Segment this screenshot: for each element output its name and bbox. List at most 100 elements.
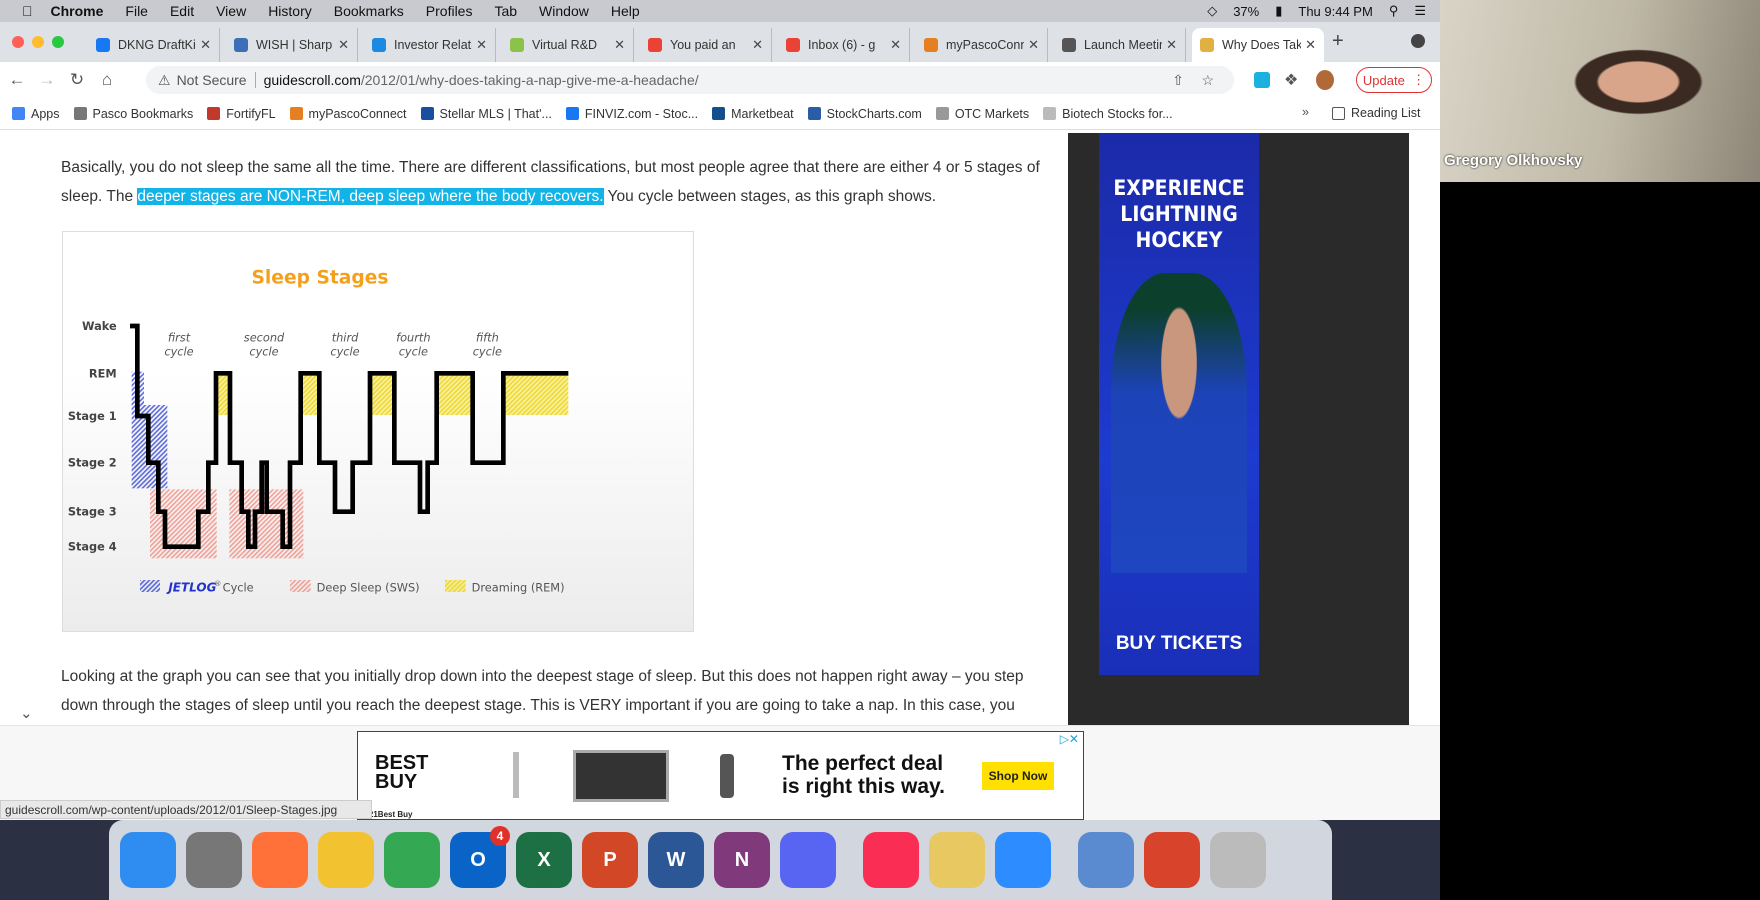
bookmark-label: StockCharts.com bbox=[826, 106, 922, 121]
reload-button[interactable]: ↻ bbox=[64, 70, 90, 90]
dock-chrome-icon[interactable] bbox=[384, 832, 440, 888]
share-icon[interactable]: ⇧ bbox=[1172, 72, 1184, 89]
lightning-ad[interactable]: EXPERIENCE LIGHTNING HOCKEY BUY TICKETS bbox=[1099, 133, 1259, 675]
browser-tab[interactable]: Launch Meeting ✕ bbox=[1054, 28, 1186, 62]
browser-tab[interactable]: myPascoConnect✕ bbox=[916, 28, 1048, 62]
minimize-window-button[interactable] bbox=[32, 36, 44, 48]
menu-history[interactable]: History bbox=[268, 3, 312, 19]
dock-word-icon[interactable]: W bbox=[648, 832, 704, 888]
bookmark-item[interactable]: Stellar MLS | That'... bbox=[420, 107, 552, 121]
apple-icon[interactable]:  bbox=[22, 3, 33, 19]
tab-close-icon[interactable]: ✕ bbox=[752, 37, 763, 53]
menu-tab[interactable]: Tab bbox=[494, 3, 517, 19]
dock-powerpoint-icon[interactable]: P bbox=[582, 832, 638, 888]
menu-window[interactable]: Window bbox=[539, 3, 589, 19]
more-bookmarks-chevron-icon[interactable]: » bbox=[1302, 105, 1309, 119]
home-button[interactable]: ⌂ bbox=[94, 70, 120, 90]
best-buy-ad[interactable]: BEST BUY The perfect deal is right this wa… bbox=[357, 731, 1084, 820]
shaded-region bbox=[301, 373, 320, 415]
tab-close-icon[interactable]: ✕ bbox=[1028, 37, 1039, 53]
tab-favicon-icon bbox=[372, 38, 386, 52]
bookmark-item[interactable]: Marketbeat bbox=[712, 107, 794, 121]
tab-close-icon[interactable]: ✕ bbox=[1305, 37, 1316, 53]
bookmark-label: Apps bbox=[31, 106, 60, 121]
collapse-chevron-icon[interactable]: ⌄ bbox=[20, 704, 33, 722]
update-button[interactable]: Update ⋮ bbox=[1356, 67, 1432, 93]
browser-tab[interactable]: Inbox (6) - g ✕ bbox=[778, 28, 910, 62]
ad-cta[interactable]: BUY TICKETS bbox=[1099, 633, 1259, 655]
dock-music-icon[interactable] bbox=[863, 832, 919, 888]
tab-close-icon[interactable]: ✕ bbox=[614, 37, 625, 53]
battery-icon[interactable]: ▮ bbox=[1275, 3, 1282, 19]
dock-outlook-icon[interactable]: O4 bbox=[450, 826, 510, 888]
bookmark-item[interactable]: Apps bbox=[12, 107, 60, 121]
bookmark-label: Pasco Bookmarks bbox=[92, 106, 194, 121]
dock-grapher-icon[interactable] bbox=[929, 832, 985, 888]
menu-profiles[interactable]: Profiles bbox=[426, 3, 473, 19]
url-path: /2012/01/why-does-taking-a-nap-give-me-a… bbox=[360, 72, 699, 88]
profile-avatar[interactable] bbox=[1316, 70, 1334, 90]
dock-launchpad-icon[interactable] bbox=[186, 832, 242, 888]
back-button[interactable]: ← bbox=[4, 70, 30, 90]
reading-list-label: Reading List bbox=[1351, 106, 1421, 120]
spotlight-icon[interactable]: ⚲ bbox=[1389, 3, 1399, 19]
browser-tab[interactable]: Investor Relations ✕ bbox=[364, 28, 496, 62]
tab-close-icon[interactable]: ✕ bbox=[890, 37, 901, 53]
dock-discord-icon[interactable] bbox=[780, 832, 836, 888]
menu-bookmarks[interactable]: Bookmarks bbox=[334, 3, 404, 19]
shop-now-button[interactable]: Shop Now bbox=[982, 762, 1054, 790]
battery-percent[interactable]: 37% bbox=[1233, 4, 1259, 19]
dock-onenote-icon[interactable]: N bbox=[714, 832, 770, 888]
clock[interactable]: Thu 9:44 PM bbox=[1298, 4, 1372, 19]
cycle-label: second bbox=[244, 330, 285, 344]
extension-icon[interactable] bbox=[1254, 72, 1270, 88]
ad-close-icon[interactable]: ▷✕ bbox=[1060, 732, 1079, 746]
bookmark-item[interactable]: FINVIZ.com - Stoc... bbox=[565, 107, 698, 121]
dock-app-icon[interactable] bbox=[318, 832, 374, 888]
bookmark-item[interactable]: FortifyFL bbox=[207, 107, 276, 121]
tab-close-icon[interactable]: ✕ bbox=[338, 37, 349, 53]
browser-tab[interactable]: DKNG DraftKings ✕ bbox=[88, 28, 220, 62]
extensions-puzzle-icon[interactable]: ❖ bbox=[1284, 70, 1298, 90]
dock-firefox-icon[interactable] bbox=[252, 832, 308, 888]
selected-text[interactable]: deeper stages are NON-REM, deep sleep wh… bbox=[137, 188, 604, 205]
stage-label: Stage 2 bbox=[68, 456, 117, 470]
tab-close-icon[interactable]: ✕ bbox=[476, 37, 487, 53]
bookmark-item[interactable]: myPascoConnect bbox=[289, 107, 407, 121]
dock-excel-icon[interactable]: X bbox=[516, 832, 572, 888]
dock-zoom-icon[interactable] bbox=[995, 832, 1051, 888]
tab-close-icon[interactable]: ✕ bbox=[1166, 37, 1177, 53]
browser-tab[interactable]: You paid an ✕ bbox=[640, 28, 772, 62]
browser-tab[interactable]: Why Does Taking✕ bbox=[1192, 28, 1324, 62]
menu-file[interactable]: File bbox=[125, 3, 148, 19]
best-buy-logo: BEST BUY bbox=[375, 752, 429, 793]
reading-list-button[interactable]: Reading List bbox=[1332, 106, 1421, 120]
tab-search-button[interactable] bbox=[1411, 34, 1425, 48]
bookmark-item[interactable]: StockCharts.com bbox=[807, 106, 922, 121]
dock-mypasco-icon[interactable] bbox=[1144, 832, 1200, 888]
menu-app-name[interactable]: Chrome bbox=[51, 3, 104, 19]
dock-trash-icon[interactable] bbox=[1210, 832, 1266, 888]
browser-tab[interactable]: WISH | Sharp ✕ bbox=[226, 28, 358, 62]
bookmark-icon bbox=[12, 107, 25, 120]
new-tab-button[interactable]: + bbox=[1332, 30, 1344, 53]
bookmark-item[interactable]: Biotech Stocks for... bbox=[1043, 107, 1173, 121]
cycle-label: cycle bbox=[249, 344, 278, 358]
control-center-icon[interactable]: ☰ bbox=[1414, 3, 1426, 19]
zoom-window-button[interactable] bbox=[52, 36, 64, 48]
menu-help[interactable]: Help bbox=[611, 3, 640, 19]
browser-tab[interactable]: Virtual R&D ✕ bbox=[502, 28, 634, 62]
wifi-icon[interactable]: ◇ bbox=[1207, 3, 1217, 19]
bookmark-item[interactable]: OTC Markets bbox=[935, 107, 1029, 121]
menu-view[interactable]: View bbox=[216, 3, 246, 19]
address-bar[interactable]: ⚠ Not Secure guidescroll.com/2012/01/why… bbox=[146, 66, 1234, 94]
forward-button[interactable]: → bbox=[34, 70, 60, 90]
tab-title: You paid an bbox=[670, 38, 736, 52]
menu-edit[interactable]: Edit bbox=[170, 3, 194, 19]
bookmark-star-icon[interactable]: ☆ bbox=[1201, 72, 1214, 89]
tab-close-icon[interactable]: ✕ bbox=[200, 37, 211, 53]
bookmark-item[interactable]: Pasco Bookmarks bbox=[73, 106, 194, 121]
dock-utility-icon[interactable] bbox=[1078, 832, 1134, 888]
close-window-button[interactable] bbox=[12, 36, 24, 48]
dock-finder-icon[interactable] bbox=[120, 832, 176, 888]
